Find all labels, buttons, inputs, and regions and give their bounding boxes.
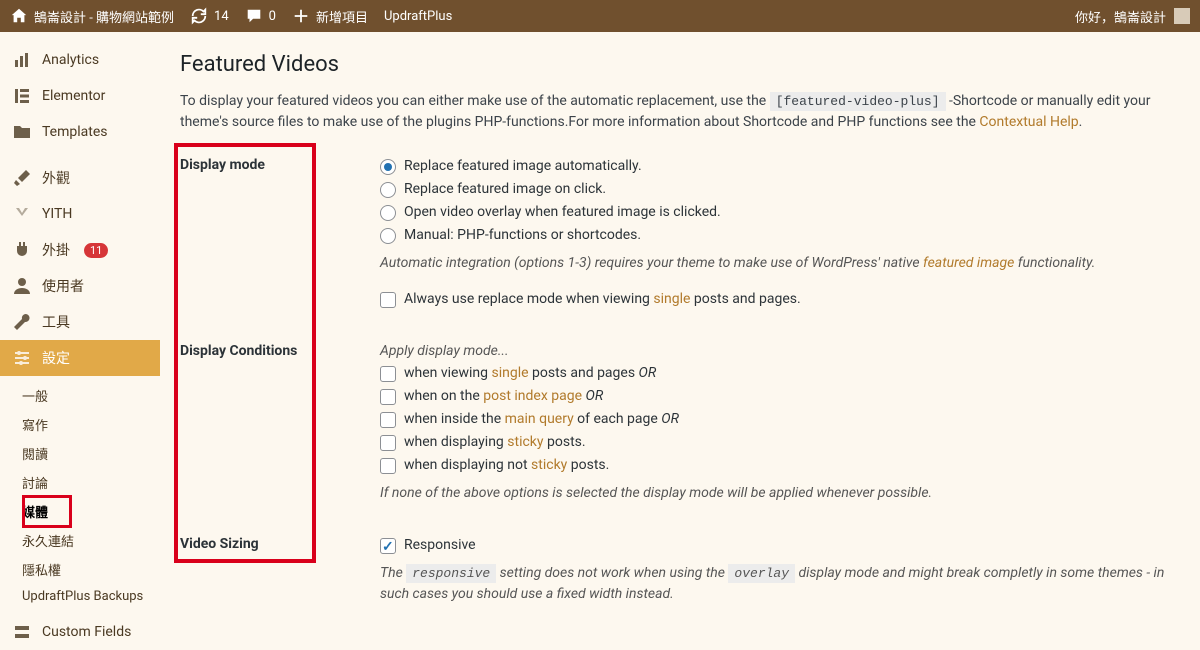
cond-link[interactable]: main query xyxy=(505,411,574,427)
sidebar-item-label: YITH xyxy=(42,206,72,222)
plug-icon xyxy=(12,240,32,260)
display-mode-overlay-radio[interactable] xyxy=(380,205,396,221)
single-link[interactable]: single xyxy=(653,291,690,307)
site-link[interactable]: 鵠崙設計 - 購物網站範例 xyxy=(10,7,174,26)
opt-label: Responsive xyxy=(404,535,476,556)
opt-label: Open video overlay when featured image i… xyxy=(404,202,721,223)
opt-label: when displaying not sticky posts. xyxy=(404,455,609,476)
fields-icon xyxy=(12,622,32,642)
new-link[interactable]: 新增項目 xyxy=(292,7,368,26)
cond-sticky-checkbox[interactable] xyxy=(380,435,396,451)
cond-link[interactable]: sticky xyxy=(531,457,567,473)
page-title: Featured Videos xyxy=(180,52,1174,77)
featured-image-link[interactable]: featured image xyxy=(923,255,1014,271)
opt-label: when displaying sticky posts. xyxy=(404,432,586,453)
code-overlay: overlay xyxy=(728,564,795,583)
home-icon xyxy=(10,7,28,25)
yith-icon xyxy=(12,204,32,224)
sub-permalink[interactable]: 永久連結 xyxy=(14,526,160,555)
opt-label: Always use replace mode when viewing sin… xyxy=(404,289,801,310)
sub-discussion[interactable]: 討論 xyxy=(14,468,160,497)
cond-notsticky-checkbox[interactable] xyxy=(380,458,396,474)
comments-count: 0 xyxy=(269,9,276,24)
sidebar-item-label: 外掛 xyxy=(42,240,70,260)
sub-privacy[interactable]: 隱私權 xyxy=(14,555,160,584)
brush-icon xyxy=(12,168,32,188)
opt-label: when on the post index page OR xyxy=(404,386,603,407)
sidebar-item-label: Custom Fields xyxy=(42,624,131,640)
user-icon xyxy=(12,276,32,296)
updates-link[interactable]: 14 xyxy=(190,7,229,25)
updraft-link[interactable]: UpdraftPlus xyxy=(384,9,452,24)
sidebar-item-label: 設定 xyxy=(42,348,70,368)
sub-updraft[interactable]: UpdraftPlus Backups xyxy=(14,584,160,609)
shortcode: [featured-video-plus] xyxy=(770,92,946,111)
analytics-icon xyxy=(12,50,32,70)
sidebar-item-tools[interactable]: 工具 xyxy=(0,304,160,340)
display-mode-auto-radio[interactable] xyxy=(380,159,396,175)
wrench-icon xyxy=(12,312,32,332)
comment-icon xyxy=(245,7,263,25)
apply-heading: Apply display mode... xyxy=(380,341,1174,362)
opt-label: Replace featured image automatically. xyxy=(404,156,642,177)
display-mode-click-radio[interactable] xyxy=(380,182,396,198)
opt-label: Replace featured image on click. xyxy=(404,179,606,200)
sidebar-item-templates[interactable]: Templates xyxy=(0,114,160,150)
sidebar-item-label: Templates xyxy=(42,124,108,140)
opt-label: when viewing single posts and pages OR xyxy=(404,363,656,384)
cond-single-checkbox[interactable] xyxy=(380,366,396,382)
sidebar-item-custom-fields[interactable]: Custom Fields xyxy=(0,614,160,650)
sidebar-item-label: Analytics xyxy=(42,52,99,68)
elementor-icon xyxy=(12,86,32,106)
sub-writing[interactable]: 寫作 xyxy=(14,410,160,439)
sizing-note: The responsive setting does not work whe… xyxy=(380,563,1174,604)
site-name: 鵠崙設計 - 購物網站範例 xyxy=(34,7,174,26)
display-conditions-label: Display Conditions xyxy=(180,341,380,504)
comments-link[interactable]: 0 xyxy=(245,7,276,25)
cond-link[interactable]: sticky xyxy=(507,434,543,450)
sliders-icon xyxy=(12,348,32,368)
opt-label: when inside the main query of each page … xyxy=(404,409,679,430)
sidebar-item-elementor[interactable]: Elementor xyxy=(0,78,160,114)
responsive-checkbox[interactable] xyxy=(380,538,396,554)
plugins-badge: 11 xyxy=(84,243,108,258)
video-sizing-label: Video Sizing xyxy=(180,534,380,604)
always-replace-checkbox[interactable] xyxy=(380,292,396,308)
code-responsive: responsive xyxy=(406,564,496,583)
sidebar-item-label: 工具 xyxy=(42,312,70,332)
sidebar-item-analytics[interactable]: Analytics xyxy=(0,42,160,78)
sidebar-item-appearance[interactable]: 外觀 xyxy=(0,160,160,196)
sidebar-item-label: 使用者 xyxy=(42,276,84,296)
new-label: 新增項目 xyxy=(316,7,368,26)
display-mode-manual-radio[interactable] xyxy=(380,228,396,244)
sub-general[interactable]: 一般 xyxy=(14,381,160,410)
cond-none-note: If none of the above options is selected… xyxy=(380,483,1174,504)
sidebar-item-users[interactable]: 使用者 xyxy=(0,268,160,304)
cond-link[interactable]: post index page xyxy=(483,388,582,404)
cond-link[interactable]: single xyxy=(491,365,528,381)
sidebar-item-label: 外觀 xyxy=(42,168,70,188)
sidebar-item-yith[interactable]: YITH xyxy=(0,196,160,232)
avatar[interactable] xyxy=(1174,8,1190,24)
greeting[interactable]: 你好，鵠崙設計 xyxy=(1075,7,1166,26)
cond-mainquery-checkbox[interactable] xyxy=(380,412,396,428)
plus-icon xyxy=(292,7,310,25)
display-mode-label: Display mode xyxy=(180,155,380,311)
contextual-help-link[interactable]: Contextual Help xyxy=(979,114,1078,130)
sidebar-item-label: Elementor xyxy=(42,88,105,104)
updates-count: 14 xyxy=(214,9,229,24)
sub-media[interactable]: 媒體 xyxy=(14,497,160,526)
templates-icon xyxy=(12,122,32,142)
intro-text: To display your featured videos you can … xyxy=(180,91,1174,133)
opt-label: Manual: PHP-functions or shortcodes. xyxy=(404,225,641,246)
refresh-icon xyxy=(190,7,208,25)
cond-index-checkbox[interactable] xyxy=(380,389,396,405)
sidebar-item-plugins[interactable]: 外掛 11 xyxy=(0,232,160,268)
sub-reading[interactable]: 閱讀 xyxy=(14,439,160,468)
sidebar-item-settings[interactable]: 設定 xyxy=(0,340,160,376)
display-mode-note: Automatic integration (options 1-3) requ… xyxy=(380,253,1174,274)
